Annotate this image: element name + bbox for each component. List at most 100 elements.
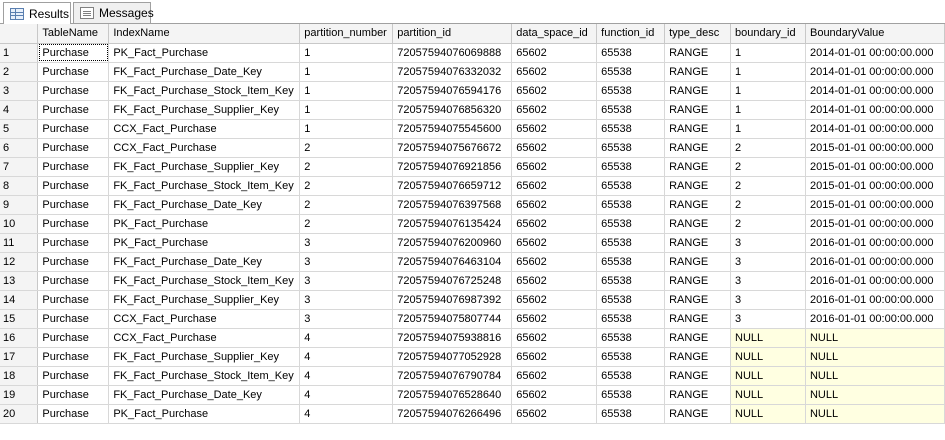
cell-type-desc[interactable]: RANGE (664, 347, 732, 367)
row-number[interactable]: 13 (0, 271, 39, 291)
cell-indexname[interactable]: FK_Fact_Purchase_Supplier_Key (108, 290, 301, 310)
cell-function-id[interactable]: 65538 (596, 214, 666, 234)
cell-type-desc[interactable]: RANGE (664, 366, 732, 386)
table-row[interactable]: 6 Purchase CCX_Fact_Purchase 2 7205759407567… (0, 138, 945, 158)
table-row[interactable]: 15 Purchase CCX_Fact_Purchase 3 720575940758… (0, 309, 945, 329)
cell-boundary-id[interactable]: 3 (730, 271, 806, 291)
cell-boundary-id[interactable]: 3 (730, 233, 806, 253)
cell-boundaryvalue[interactable]: 2014-01-01 00:00:00.000 (805, 62, 945, 82)
column-header-type-desc[interactable]: type_desc (664, 24, 732, 44)
row-number[interactable]: 12 (0, 252, 39, 272)
column-header-boundary-id[interactable]: boundary_id (730, 24, 806, 44)
cell-type-desc[interactable]: RANGE (664, 385, 732, 405)
cell-data-space-id[interactable]: 65602 (511, 195, 598, 215)
cell-function-id[interactable]: 65538 (596, 43, 666, 63)
cell-data-space-id[interactable]: 65602 (511, 138, 598, 158)
cell-type-desc[interactable]: RANGE (664, 62, 732, 82)
cell-type-desc[interactable]: RANGE (664, 328, 732, 348)
cell-tablename[interactable]: Purchase (37, 214, 110, 234)
cell-indexname[interactable]: FK_Fact_Purchase_Stock_Item_Key (108, 271, 301, 291)
cell-indexname[interactable]: PK_Fact_Purchase (108, 404, 301, 424)
cell-boundary-id[interactable]: 3 (730, 290, 806, 310)
cell-boundary-id[interactable]: NULL (730, 347, 806, 367)
cell-type-desc[interactable]: RANGE (664, 100, 732, 120)
cell-data-space-id[interactable]: 65602 (511, 252, 598, 272)
cell-data-space-id[interactable]: 65602 (511, 290, 598, 310)
column-header-partition-number[interactable]: partition_number (299, 24, 394, 44)
cell-indexname[interactable]: FK_Fact_Purchase_Stock_Item_Key (108, 176, 301, 196)
cell-data-space-id[interactable]: 65602 (511, 119, 598, 139)
cell-type-desc[interactable]: RANGE (664, 119, 732, 139)
cell-boundary-id[interactable]: 1 (730, 62, 806, 82)
cell-tablename[interactable]: Purchase (37, 366, 110, 386)
cell-indexname[interactable]: FK_Fact_Purchase_Stock_Item_Key (108, 81, 301, 101)
cell-indexname[interactable]: FK_Fact_Purchase_Supplier_Key (108, 347, 301, 367)
table-row[interactable]: 5 Purchase CCX_Fact_Purchase 1 7205759407554… (0, 119, 945, 139)
cell-type-desc[interactable]: RANGE (664, 81, 732, 101)
cell-data-space-id[interactable]: 65602 (511, 157, 598, 177)
cell-data-space-id[interactable]: 65602 (511, 366, 598, 386)
table-row[interactable]: 4 Purchase FK_Fact_Purchase_Supplier_Key 1 7… (0, 100, 945, 120)
cell-indexname[interactable]: FK_Fact_Purchase_Date_Key (108, 385, 301, 405)
cell-function-id[interactable]: 65538 (596, 195, 666, 215)
column-header-indexname[interactable]: IndexName (108, 24, 301, 44)
cell-boundary-id[interactable]: 2 (730, 157, 806, 177)
row-number[interactable]: 2 (0, 62, 39, 82)
cell-function-id[interactable]: 65538 (596, 81, 666, 101)
cell-type-desc[interactable]: RANGE (664, 309, 732, 329)
cell-boundary-id[interactable]: NULL (730, 385, 806, 405)
cell-partition-id[interactable]: 72057594075545600 (392, 119, 513, 139)
row-number[interactable]: 9 (0, 195, 39, 215)
cell-data-space-id[interactable]: 65602 (511, 404, 598, 424)
cell-data-space-id[interactable]: 65602 (511, 233, 598, 253)
cell-function-id[interactable]: 65538 (596, 290, 666, 310)
table-row[interactable]: 11 Purchase PK_Fact_Purchase 3 7205759407620… (0, 233, 945, 253)
cell-partition-number[interactable]: 1 (299, 43, 394, 63)
row-number[interactable]: 3 (0, 81, 39, 101)
cell-boundaryvalue[interactable]: 2015-01-01 00:00:00.000 (805, 176, 945, 196)
table-row[interactable]: 20 Purchase PK_Fact_Purchase 4 7205759407626… (0, 404, 945, 424)
cell-partition-id[interactable]: 72057594076725248 (392, 271, 513, 291)
cell-boundary-id[interactable]: NULL (730, 404, 806, 424)
table-row[interactable]: 7 Purchase FK_Fact_Purchase_Supplier_Key 2 7… (0, 157, 945, 177)
cell-data-space-id[interactable]: 65602 (511, 62, 598, 82)
cell-data-space-id[interactable]: 65602 (511, 328, 598, 348)
cell-boundary-id[interactable]: 1 (730, 81, 806, 101)
cell-function-id[interactable]: 65538 (596, 176, 666, 196)
table-row[interactable]: 14 Purchase FK_Fact_Purchase_Supplier_Key 3… (0, 290, 945, 310)
table-row[interactable]: 13 Purchase FK_Fact_Purchase_Stock_Item_Ke… (0, 271, 945, 291)
cell-type-desc[interactable]: RANGE (664, 271, 732, 291)
cell-function-id[interactable]: 65538 (596, 62, 666, 82)
cell-boundaryvalue[interactable]: 2016-01-01 00:00:00.000 (805, 233, 945, 253)
cell-partition-number[interactable]: 3 (299, 290, 394, 310)
row-number[interactable]: 11 (0, 233, 39, 253)
cell-partition-id[interactable]: 72057594076135424 (392, 214, 513, 234)
row-number[interactable]: 20 (0, 404, 39, 424)
cell-type-desc[interactable]: RANGE (664, 138, 732, 158)
cell-boundaryvalue[interactable]: 2016-01-01 00:00:00.000 (805, 252, 945, 272)
cell-partition-number[interactable]: 3 (299, 252, 394, 272)
table-row[interactable]: 8 Purchase FK_Fact_Purchase_Stock_Item_Key… (0, 176, 945, 196)
cell-tablename[interactable]: Purchase (37, 81, 110, 101)
row-number[interactable]: 7 (0, 157, 39, 177)
cell-data-space-id[interactable]: 65602 (511, 347, 598, 367)
cell-function-id[interactable]: 65538 (596, 404, 666, 424)
cell-indexname[interactable]: CCX_Fact_Purchase (108, 309, 301, 329)
row-number[interactable]: 4 (0, 100, 39, 120)
cell-boundaryvalue[interactable]: 2014-01-01 00:00:00.000 (805, 43, 945, 63)
cell-boundaryvalue[interactable]: 2014-01-01 00:00:00.000 (805, 100, 945, 120)
row-number[interactable]: 1 (0, 43, 39, 63)
cell-indexname[interactable]: CCX_Fact_Purchase (108, 119, 301, 139)
cell-type-desc[interactable]: RANGE (664, 43, 732, 63)
results-grid[interactable]: TableName IndexName partition_number par… (0, 24, 945, 440)
cell-tablename[interactable]: Purchase (37, 252, 110, 272)
cell-partition-number[interactable]: 4 (299, 385, 394, 405)
table-row[interactable]: 3 Purchase FK_Fact_Purchase_Stock_Item_Key… (0, 81, 945, 101)
row-number[interactable]: 8 (0, 176, 39, 196)
column-header-partition-id[interactable]: partition_id (392, 24, 513, 44)
row-number[interactable]: 15 (0, 309, 39, 329)
cell-boundary-id[interactable]: NULL (730, 328, 806, 348)
cell-function-id[interactable]: 65538 (596, 385, 666, 405)
cell-data-space-id[interactable]: 65602 (511, 81, 598, 101)
table-row[interactable]: 16 Purchase CCX_Fact_Purchase 4 720575940759… (0, 328, 945, 348)
